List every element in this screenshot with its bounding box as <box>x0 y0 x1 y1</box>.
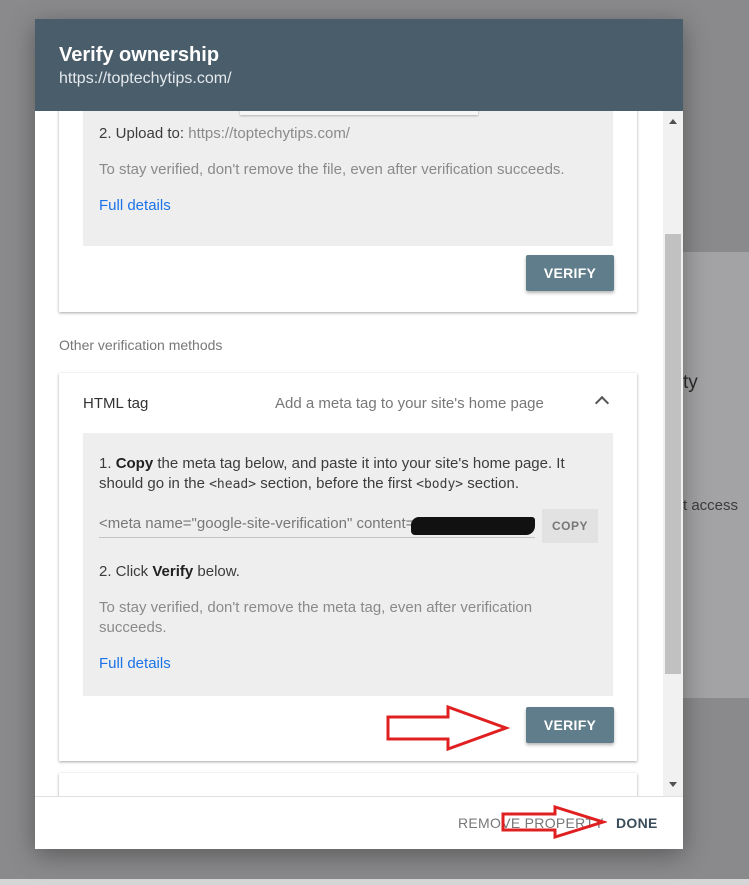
click-verify-step: 2. Click Verify below. <box>99 563 240 580</box>
dialog-body: 2. Upload to: https://toptechytips.com/ … <box>35 111 683 796</box>
head-code: <head> <box>209 477 257 492</box>
verify-button[interactable]: VERIFY <box>526 255 614 291</box>
full-details-link[interactable]: Full details <box>99 196 171 216</box>
stay-verified-note-cont: succeeds. <box>99 619 167 636</box>
scrollbar[interactable] <box>663 111 683 796</box>
verify-ownership-dialog: Verify ownership https://toptechytips.co… <box>35 19 683 849</box>
scroll-thumb[interactable] <box>665 234 681 674</box>
html-tag-method-card: HTML tag Add a meta tag to your site's h… <box>59 373 637 761</box>
instructions-box: 1. Copy the meta tag below, and paste it… <box>83 433 613 696</box>
background-bottom-bar <box>0 879 749 885</box>
body-code: <body> <box>416 477 464 492</box>
copy-step-line1: 1. Copy the meta tag below, and paste it… <box>99 455 565 472</box>
remove-property-button[interactable]: REMOVE PROPERTY <box>458 815 604 831</box>
dialog-title: Verify ownership <box>59 44 220 66</box>
copy-button[interactable]: COPY <box>542 509 598 543</box>
verify-button[interactable]: VERIFY <box>526 707 614 743</box>
background-text: t access <box>683 497 739 514</box>
dialog-header: Verify ownership https://toptechytips.co… <box>35 19 683 111</box>
html-file-method-card: 2. Upload to: https://toptechytips.com/ … <box>59 111 637 312</box>
background-card <box>680 252 749 698</box>
redaction-mark <box>411 517 535 535</box>
instructions-box: 2. Upload to: https://toptechytips.com/ … <box>83 111 613 246</box>
upload-step: 2. Upload to: https://toptechytips.com/ <box>99 125 350 142</box>
scroll-up-arrow-icon[interactable] <box>669 119 677 124</box>
method-description: Add a meta tag to your site's home page <box>275 395 544 412</box>
download-file-button[interactable] <box>240 111 478 115</box>
meta-tag-text[interactable]: <meta name="google-site-verification" co… <box>99 515 414 532</box>
copy-step-line2: should go in the <head> section, before … <box>99 475 519 492</box>
meta-tag-field[interactable]: <meta name="google-site-verification" co… <box>99 513 535 538</box>
full-details-link[interactable]: Full details <box>99 654 171 674</box>
chevron-up-icon[interactable] <box>594 395 610 411</box>
scroll-down-arrow-icon[interactable] <box>669 782 677 787</box>
next-method-card[interactable] <box>59 773 637 796</box>
dialog-footer: REMOVE PROPERTY DONE <box>35 796 683 849</box>
other-methods-label: Other verification methods <box>59 337 223 353</box>
stay-verified-note: To stay verified, don't remove the file,… <box>99 161 565 178</box>
stay-verified-note: To stay verified, don't remove the meta … <box>99 599 533 616</box>
dialog-subtitle: https://toptechytips.com/ <box>59 70 232 87</box>
background-text: ty <box>683 372 698 393</box>
upload-url: https://toptechytips.com/ <box>188 125 350 142</box>
done-button[interactable]: DONE <box>616 815 658 831</box>
method-title[interactable]: HTML tag <box>83 395 148 412</box>
